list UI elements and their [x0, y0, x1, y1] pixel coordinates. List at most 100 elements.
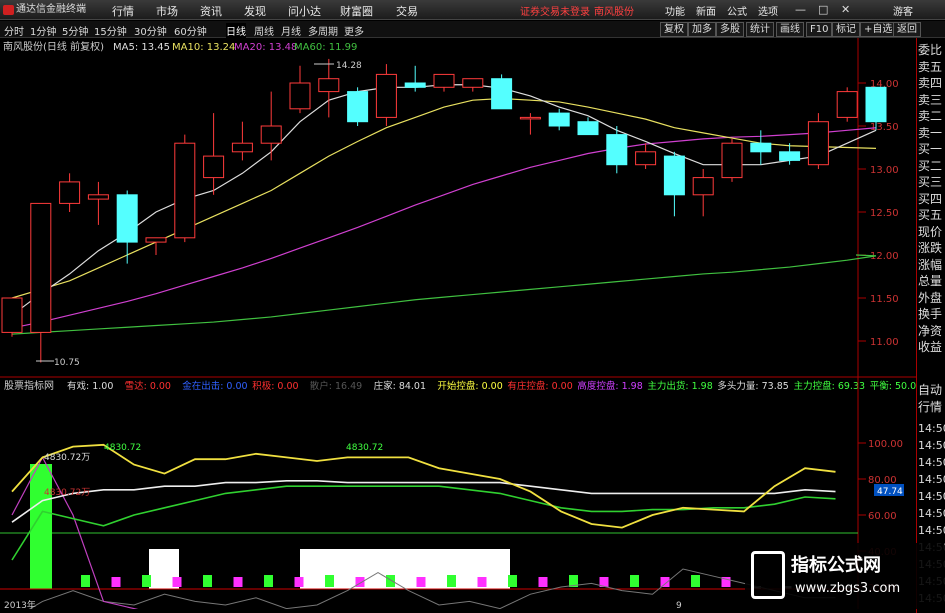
stock-title: 南风股份: [594, 7, 634, 18]
app-logo: 通达信金融终端: [2, 2, 86, 18]
right-tab-2[interactable]: 卖四: [918, 76, 942, 91]
menu-jiaoyi[interactable]: 交易: [396, 3, 418, 19]
tool-duogu[interactable]: 多股: [716, 22, 744, 37]
period-weekly[interactable]: 周线: [254, 23, 274, 38]
candle: [231, 121, 253, 161]
right-tab-1[interactable]: 卖五: [918, 60, 942, 75]
right-time-5: 14:50: [918, 507, 945, 520]
right-tab-10[interactable]: 买五: [918, 208, 942, 223]
signal-bar: [660, 577, 670, 587]
period-multi[interactable]: 多周期: [308, 23, 338, 38]
tool-fuquan[interactable]: 复权: [660, 22, 688, 37]
signal-bar: [81, 575, 90, 587]
ma20-line: [11, 127, 877, 329]
tool-jiaduo[interactable]: 加多: [688, 22, 716, 37]
period-toolbar: 分时 1分钟 5分钟 15分钟 30分钟 60分钟 日线 周线 月线 多周期 更…: [0, 21, 945, 38]
candle: [260, 91, 282, 161]
menu-shichang[interactable]: 市场: [156, 3, 178, 19]
period-60min[interactable]: 60分钟: [174, 23, 207, 38]
annot-3: 4830.72: [346, 443, 383, 453]
indicator-item-8: 高度控盘: 1.98: [577, 380, 642, 392]
main-chart-title: 南风股份(日线 前复权): [3, 40, 104, 53]
tool-biaoji[interactable]: 标记: [832, 22, 860, 37]
right-tab-16[interactable]: 换手: [918, 307, 942, 322]
candle: [807, 113, 829, 169]
right-tab-12[interactable]: 涨跌: [918, 241, 942, 256]
right-tab-14[interactable]: 总量: [918, 274, 942, 289]
current-value: 47.74: [877, 487, 903, 497]
right-tab-17[interactable]: 净资: [918, 324, 942, 339]
period-5min[interactable]: 5分钟: [62, 23, 88, 38]
menu-faxian[interactable]: 发现: [244, 3, 266, 19]
signal-bar: [630, 575, 639, 587]
tool-zixuan[interactable]: +自选: [860, 22, 897, 37]
right-tab-11[interactable]: 现价: [918, 225, 942, 240]
right-time-6: 14:50: [918, 524, 945, 537]
candle: [1, 297, 23, 337]
watermark-title: 指标公式网: [791, 555, 881, 576]
y-tick-2: 13.00: [870, 165, 899, 176]
period-15min[interactable]: 15分钟: [94, 23, 127, 38]
menu-xuanxiang[interactable]: 选项: [758, 3, 778, 18]
right-tab-5[interactable]: 卖一: [918, 126, 942, 141]
candle: [116, 190, 138, 264]
candle: [462, 78, 484, 92]
high-label: 14.28: [336, 61, 362, 71]
signal-bar: [203, 575, 212, 587]
candle: [635, 143, 657, 169]
menu-caifuquan[interactable]: 财富圈: [340, 3, 373, 19]
right-time-1: 14:50: [918, 439, 945, 452]
right-time-2: 14:50: [918, 456, 945, 469]
main-header: 南风股份(日线 前复权) MA5: 13.45 MA10: 13.24 MA20…: [3, 40, 357, 53]
signal-bar: [477, 577, 487, 587]
candle: [375, 64, 397, 126]
minimize-icon[interactable]: —: [795, 3, 806, 16]
right-tab-13[interactable]: 涨幅: [918, 258, 942, 273]
indicator-item-9: 主力出货: 1.98: [647, 380, 712, 392]
tool-tongji[interactable]: 统计: [746, 22, 774, 37]
watermark: 指标公式网 www.zbgs3.com: [745, 543, 945, 609]
kline-chart[interactable]: 南风股份(日线 前复权) MA5: 13.45 MA10: 13.24 MA20…: [0, 38, 916, 609]
menu-guest[interactable]: 游客: [893, 3, 913, 18]
right-tab-6[interactable]: 买一: [918, 142, 942, 157]
right-tab-19[interactable]: 自动: [918, 383, 942, 398]
ma60-label: MA60: 11.99: [294, 42, 357, 53]
tool-huaxian[interactable]: 画线: [776, 22, 804, 37]
signal-bar: [233, 577, 243, 587]
y-tick-3: 12.50: [870, 208, 899, 219]
menu-wenxiaoda[interactable]: 问小达: [288, 3, 321, 19]
period-monthly[interactable]: 月线: [281, 23, 301, 38]
period-more[interactable]: 更多: [344, 23, 364, 38]
period-fenshi[interactable]: 分时: [4, 23, 24, 38]
close-icon[interactable]: ✕: [841, 3, 850, 16]
candle: [174, 134, 196, 243]
right-tab-20[interactable]: 行情: [918, 400, 942, 415]
menu-gongshi[interactable]: 公式: [727, 3, 747, 18]
menu-xinmian[interactable]: 新面: [696, 3, 716, 18]
tool-f10[interactable]: F10: [806, 22, 833, 37]
tool-fanhui[interactable]: 返回: [893, 22, 921, 37]
right-tab-9[interactable]: 买四: [918, 192, 942, 207]
right-tab-4[interactable]: 卖二: [918, 109, 942, 124]
signal-bar: [386, 575, 395, 587]
right-tab-0[interactable]: 委比: [918, 43, 942, 58]
period-daily[interactable]: 日线: [226, 23, 246, 38]
right-tab-3[interactable]: 卖三: [918, 93, 942, 108]
period-30min[interactable]: 30分钟: [134, 23, 167, 38]
annot-4: 4830.72万: [44, 488, 90, 498]
right-tab-15[interactable]: 外盘: [918, 291, 942, 306]
indicator-item-11: 主力控盘: 69.33: [794, 380, 865, 392]
maximize-icon[interactable]: □: [818, 3, 828, 16]
period-1min[interactable]: 1分钟: [30, 23, 56, 38]
right-tab-8[interactable]: 买三: [918, 175, 942, 190]
signal-bar: [691, 575, 700, 587]
signal-bar: [447, 575, 456, 587]
menu-zixun[interactable]: 资讯: [200, 3, 222, 19]
candles: [1, 58, 887, 363]
right-tab-7[interactable]: 买二: [918, 159, 942, 174]
right-tab-18[interactable]: 收益: [918, 340, 942, 355]
menu-hangqing[interactable]: 行情: [112, 3, 134, 19]
login-status[interactable]: 证券交易未登录: [520, 3, 590, 18]
y-tick-5: 11.50: [870, 294, 899, 305]
menu-gongneng[interactable]: 功能: [665, 3, 685, 18]
